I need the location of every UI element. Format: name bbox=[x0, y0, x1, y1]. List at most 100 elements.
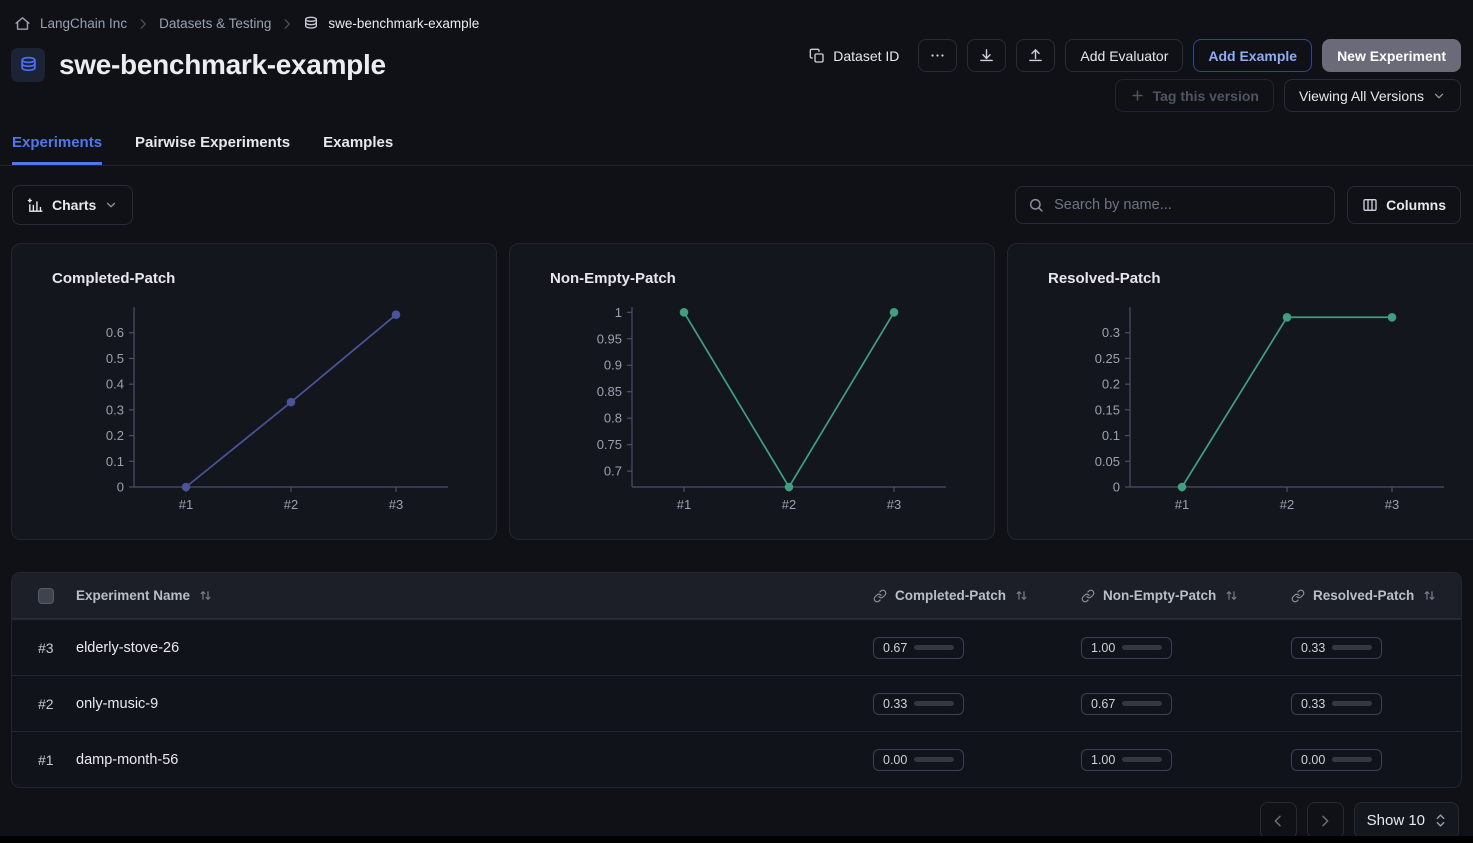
experiment-name-link[interactable]: damp-month-56 bbox=[76, 752, 873, 768]
metric-cell: 0.33 bbox=[1291, 693, 1461, 715]
breadcrumb-org[interactable]: LangChain Inc bbox=[40, 16, 127, 31]
experiment-name-link[interactable]: only-music-9 bbox=[76, 696, 873, 712]
table-row[interactable]: #1damp-month-56 0.00 1.00 0.00 bbox=[12, 731, 1461, 787]
add-example-button[interactable]: Add Example bbox=[1193, 39, 1312, 72]
download-button[interactable] bbox=[967, 39, 1006, 72]
metric-value: 0.00 bbox=[883, 753, 907, 767]
link-icon bbox=[1081, 589, 1095, 603]
column-header-completed-patch[interactable]: Completed-Patch bbox=[873, 588, 1081, 603]
charts-dropdown-button[interactable]: Charts bbox=[12, 185, 133, 225]
add-evaluator-button[interactable]: Add Evaluator bbox=[1065, 39, 1183, 72]
metric-cell: 0.00 bbox=[1291, 749, 1461, 771]
link-icon bbox=[1291, 589, 1305, 603]
svg-text:#1: #1 bbox=[179, 497, 193, 512]
next-page-button[interactable] bbox=[1307, 802, 1344, 839]
metric-value: 1.00 bbox=[1091, 641, 1115, 655]
svg-text:#2: #2 bbox=[284, 497, 298, 512]
metric-cell: 1.00 bbox=[1081, 749, 1291, 771]
svg-text:#3: #3 bbox=[1385, 497, 1399, 512]
metric-header-label: Non-Empty-Patch bbox=[1103, 588, 1216, 603]
metric-score-badge[interactable]: 0.33 bbox=[1291, 693, 1382, 715]
bar-chart-icon bbox=[27, 197, 44, 214]
svg-text:0.05: 0.05 bbox=[1095, 454, 1120, 469]
svg-text:0.3: 0.3 bbox=[1102, 325, 1120, 340]
chart-title: Non-Empty-Patch bbox=[550, 270, 974, 287]
page-size-select[interactable]: Show 10 bbox=[1354, 802, 1459, 839]
dataset-page: LangChain Inc Datasets & Testing swe-ben… bbox=[0, 0, 1473, 843]
metric-score-badge[interactable]: 0.00 bbox=[873, 749, 964, 771]
svg-text:0.75: 0.75 bbox=[597, 437, 622, 452]
page-size-label: Show 10 bbox=[1367, 812, 1425, 829]
page-title: swe-benchmark-example bbox=[59, 49, 386, 81]
column-header-experiment-name[interactable]: Experiment Name bbox=[76, 588, 873, 603]
select-all-checkbox[interactable] bbox=[38, 588, 54, 604]
home-icon[interactable] bbox=[14, 15, 31, 32]
svg-text:#1: #1 bbox=[677, 497, 691, 512]
prev-page-button[interactable] bbox=[1260, 802, 1297, 839]
pagination: Show 10 bbox=[0, 802, 1473, 839]
breadcrumb-section[interactable]: Datasets & Testing bbox=[159, 16, 271, 31]
metric-cell: 0.67 bbox=[1081, 693, 1291, 715]
line-chart: 00.050.10.150.20.250.3#1#2#3 bbox=[1052, 289, 1472, 524]
metric-bar bbox=[1332, 645, 1372, 650]
metric-score-badge[interactable]: 0.67 bbox=[1081, 693, 1172, 715]
metric-bar bbox=[1332, 701, 1372, 706]
new-experiment-button[interactable]: New Experiment bbox=[1322, 39, 1461, 72]
charts-row: Completed-Patch00.10.20.30.40.50.6#1#2#3… bbox=[0, 243, 1473, 540]
svg-text:0.95: 0.95 bbox=[597, 331, 622, 346]
svg-text:#3: #3 bbox=[389, 497, 403, 512]
tab-pairwise-experiments[interactable]: Pairwise Experiments bbox=[135, 134, 290, 165]
experiment-name-link[interactable]: elderly-stove-26 bbox=[76, 640, 873, 656]
svg-text:0.8: 0.8 bbox=[604, 411, 622, 426]
breadcrumb-dataset[interactable]: swe-benchmark-example bbox=[328, 16, 479, 31]
chart-title: Resolved-Patch bbox=[1048, 270, 1472, 287]
experiment-number: #1 bbox=[12, 752, 76, 768]
metric-value: 1.00 bbox=[1091, 753, 1115, 767]
metric-value: 0.67 bbox=[1091, 697, 1115, 711]
metric-score-badge[interactable]: 0.00 bbox=[1291, 749, 1382, 771]
metric-score-badge[interactable]: 0.33 bbox=[873, 693, 964, 715]
metric-header-label: Resolved-Patch bbox=[1313, 588, 1414, 603]
table-row[interactable]: #2only-music-90.330.670.33 bbox=[12, 675, 1461, 731]
dataset-id-button[interactable]: Dataset ID bbox=[800, 39, 908, 72]
sort-icon[interactable] bbox=[198, 588, 213, 603]
svg-text:#2: #2 bbox=[1280, 497, 1294, 512]
sort-icon[interactable] bbox=[1014, 588, 1029, 603]
metric-value: 0.33 bbox=[1301, 697, 1325, 711]
chart-card-completed-patch: Completed-Patch00.10.20.30.40.50.6#1#2#3 bbox=[11, 243, 497, 540]
new-experiment-label: New Experiment bbox=[1337, 48, 1446, 64]
sort-icon[interactable] bbox=[1422, 588, 1437, 603]
metric-score-badge[interactable]: 1.00 bbox=[1081, 637, 1172, 659]
metric-score-badge[interactable]: 0.67 bbox=[873, 637, 964, 659]
svg-text:0.6: 0.6 bbox=[106, 325, 124, 340]
tab-examples[interactable]: Examples bbox=[323, 134, 393, 165]
metric-value: 0.33 bbox=[883, 697, 907, 711]
column-header-resolved-patch[interactable]: Resolved-Patch bbox=[1291, 588, 1461, 603]
database-icon bbox=[303, 16, 319, 32]
viewing-versions-dropdown[interactable]: Viewing All Versions bbox=[1284, 79, 1461, 112]
updown-spinner-icon bbox=[1435, 813, 1446, 828]
add-example-label: Add Example bbox=[1208, 48, 1297, 64]
metric-bar bbox=[914, 701, 954, 706]
more-button[interactable] bbox=[918, 39, 957, 72]
search-input[interactable] bbox=[1054, 197, 1322, 213]
svg-text:0.85: 0.85 bbox=[597, 384, 622, 399]
chart-card-resolved-patch: Resolved-Patch00.050.10.150.20.250.3#1#2… bbox=[1007, 243, 1473, 540]
link-icon bbox=[873, 589, 887, 603]
columns-button[interactable]: Columns bbox=[1347, 186, 1461, 224]
upload-button[interactable] bbox=[1016, 39, 1055, 72]
column-header-non-empty-patch[interactable]: Non-Empty-Patch bbox=[1081, 588, 1291, 603]
chart-title: Completed-Patch bbox=[52, 270, 476, 287]
svg-text:#3: #3 bbox=[887, 497, 901, 512]
metric-score-badge[interactable]: 1.00 bbox=[1081, 749, 1172, 771]
svg-text:0.9: 0.9 bbox=[604, 358, 622, 373]
metric-score-badge[interactable]: 0.33 bbox=[1291, 637, 1382, 659]
search-box bbox=[1015, 186, 1335, 224]
actions-row-versions: Tag this version Viewing All Versions bbox=[1115, 79, 1461, 112]
table-row[interactable]: #3elderly-stove-260.671.000.33 bbox=[12, 619, 1461, 675]
chevron-down-icon bbox=[104, 198, 118, 212]
tab-experiments[interactable]: Experiments bbox=[12, 134, 102, 165]
sort-icon[interactable] bbox=[1224, 588, 1239, 603]
toolbar-right: Columns bbox=[1015, 186, 1461, 224]
svg-text:0.1: 0.1 bbox=[106, 454, 124, 469]
